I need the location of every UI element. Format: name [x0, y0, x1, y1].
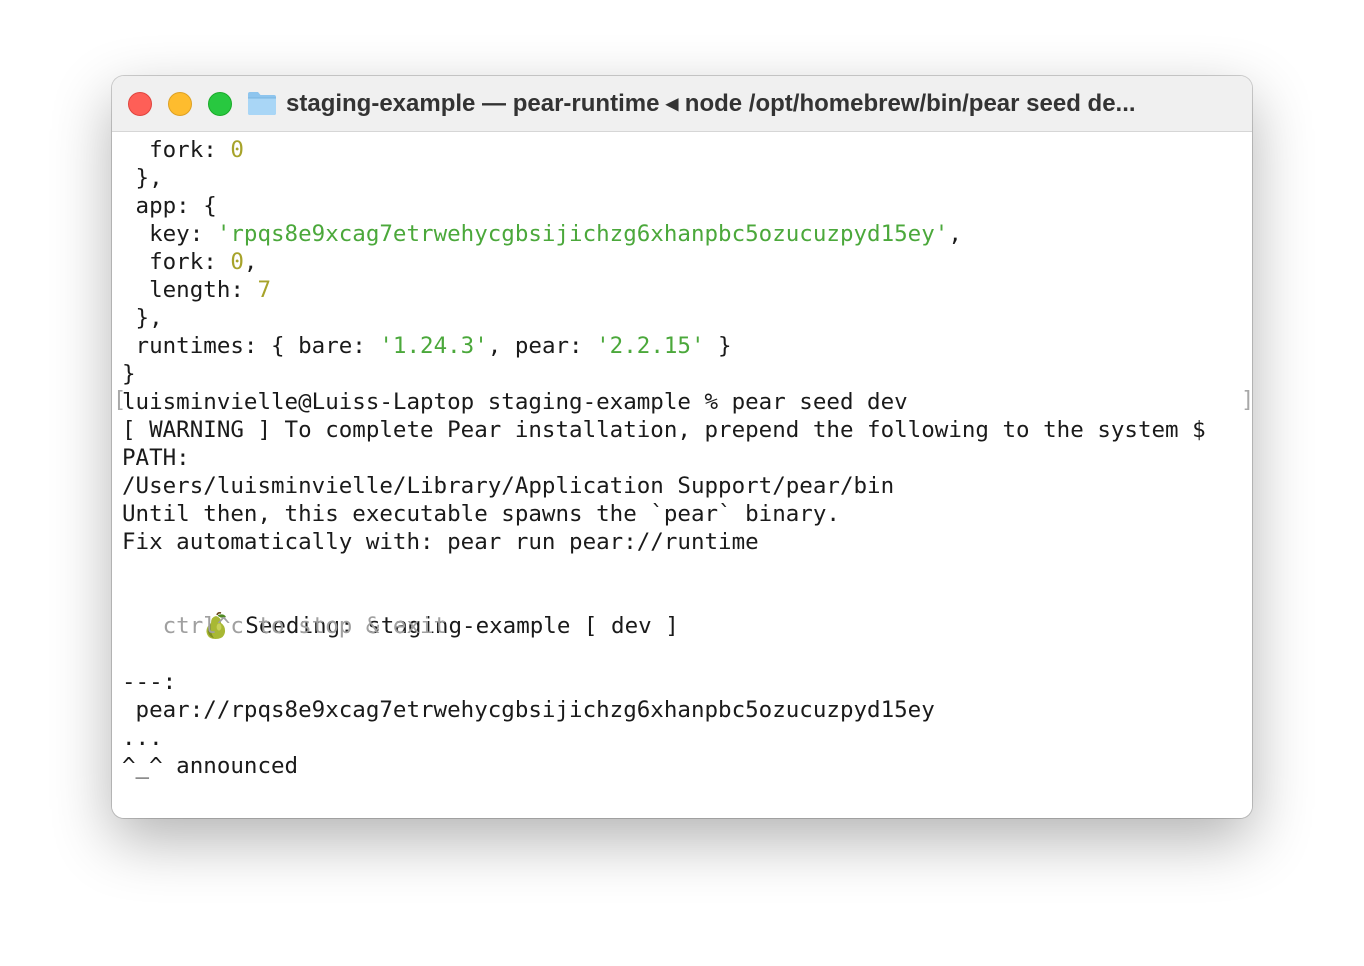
output-line: ... [122, 725, 163, 751]
terminal-window: staging-example — pear-runtime ◂ node /o… [112, 76, 1252, 818]
prompt-mark-right: ] [1241, 388, 1252, 416]
output-line: fork: 0 [122, 137, 244, 163]
output-line: runtimes: { bare: '1.24.3', pear: '2.2.1… [122, 333, 732, 359]
maximize-button[interactable] [208, 92, 232, 116]
output-line: length: 7 [122, 277, 272, 303]
output-line: fork: 0, [122, 249, 258, 275]
minimize-button[interactable] [168, 92, 192, 116]
output-line: }, [122, 305, 163, 331]
output-line: /Users/luisminvielle/Library/Application… [122, 473, 895, 499]
output-line: } [122, 361, 136, 387]
output-line: app: { [122, 193, 217, 219]
output-line: ---: [122, 669, 177, 695]
announced-line: ^_^ announced [122, 753, 299, 779]
output-line: PATH: [122, 445, 190, 471]
output-line: Fix automatically with: pear run pear://… [122, 529, 759, 555]
window-title: staging-example — pear-runtime ◂ node /o… [286, 90, 1136, 117]
output-line: Until then, this executable spawns the `… [122, 501, 840, 527]
hint-line: ctrl^c to stop & exit [122, 613, 448, 639]
title-bar[interactable]: staging-example — pear-runtime ◂ node /o… [112, 76, 1252, 132]
output-line: }, [122, 165, 163, 191]
folder-icon [248, 92, 276, 115]
seeding-line: Seeding: staging-example [ dev ] [122, 584, 679, 639]
output-line: key: 'rpqs8e9xcag7etrwehycgbsijichzg6xha… [122, 221, 962, 247]
close-button[interactable] [128, 92, 152, 116]
prompt-line: luisminvielle@Luiss-Laptop staging-examp… [122, 389, 908, 415]
pear-link-line: pear://rpqs8e9xcag7etrwehycgbsijichzg6xh… [122, 697, 935, 723]
warning-line: [ WARNING ] To complete Pear installatio… [122, 417, 1206, 443]
terminal-output[interactable]: fork: 0 }, app: { key: 'rpqs8e9xcag7etrw… [112, 132, 1252, 818]
